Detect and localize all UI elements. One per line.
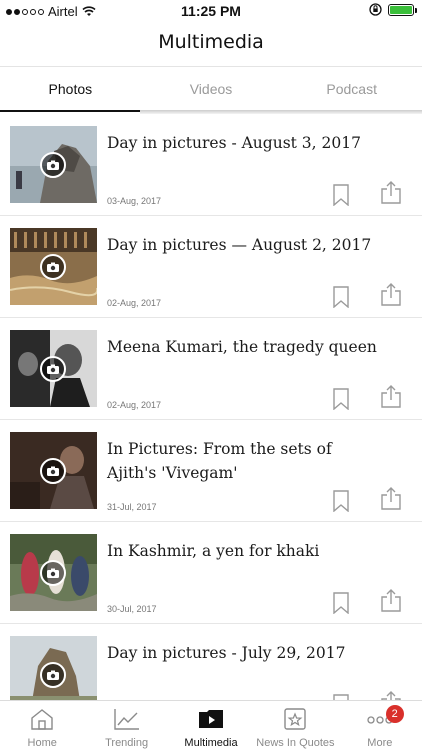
share-icon[interactable]: [380, 180, 402, 204]
list-item[interactable]: Meena Kumari, the tragedy queen 02-Aug, …: [0, 318, 422, 420]
bookmark-icon[interactable]: [332, 388, 350, 410]
item-date: 02-Aug, 2017: [107, 400, 162, 410]
tab-podcast[interactable]: Podcast: [281, 67, 422, 112]
status-time: 11:25 PM: [181, 3, 241, 19]
thumbnail-image[interactable]: [10, 432, 97, 509]
nav-more[interactable]: 2 More: [338, 701, 422, 750]
bottom-nav: Home Trending Multimedia News In Quotes …: [0, 700, 422, 750]
list-item[interactable]: In Kashmir, a yen for khaki 30-Jul, 2017: [0, 522, 422, 624]
tab-videos[interactable]: Videos: [141, 67, 282, 112]
thumbnail-image[interactable]: [10, 228, 97, 305]
item-date: 02-Aug, 2017: [107, 298, 162, 308]
nav-news-in-quotes[interactable]: News In Quotes: [253, 701, 337, 750]
page-title: Multimedia: [158, 31, 264, 53]
bookmark-icon[interactable]: [332, 592, 350, 614]
nav-label: More: [367, 737, 393, 749]
thumbnail-image[interactable]: [10, 330, 97, 407]
item-date: 31-Jul, 2017: [107, 502, 157, 512]
share-icon[interactable]: [380, 486, 402, 510]
status-bar: Airtel 11:25 PM: [0, 0, 422, 22]
nav-label: Multimedia: [184, 737, 238, 749]
item-title[interactable]: Meena Kumari, the tragedy queen: [107, 335, 382, 359]
nav-label: Home: [27, 737, 57, 749]
nav-label: Trending: [105, 737, 149, 749]
photo-feed[interactable]: Day in pictures - August 3, 2017 03-Aug,…: [0, 114, 422, 700]
thumbnail-image[interactable]: [10, 636, 97, 700]
battery-icon: [388, 3, 417, 16]
nav-home[interactable]: Home: [0, 701, 84, 750]
quotes-icon: [284, 708, 307, 730]
multimedia-icon: [199, 710, 224, 728]
camera-icon: [40, 356, 66, 382]
thumbnail-image[interactable]: [10, 534, 97, 611]
nav-trending[interactable]: Trending: [84, 701, 168, 750]
item-title[interactable]: In Pictures: From the sets of Ajith's 'V…: [107, 437, 382, 485]
item-title[interactable]: Day in pictures - July 29, 2017: [107, 641, 382, 665]
trending-icon: [113, 709, 139, 730]
camera-icon: [40, 152, 66, 178]
item-title[interactable]: In Kashmir, a yen for khaki: [107, 539, 382, 563]
camera-icon: [40, 662, 66, 688]
camera-icon: [40, 458, 66, 484]
notification-badge: 2: [385, 705, 404, 723]
tab-bar: Photos Videos Podcast: [0, 66, 422, 112]
share-icon[interactable]: [380, 690, 402, 700]
bookmark-icon[interactable]: [332, 184, 350, 206]
camera-icon: [40, 560, 66, 586]
list-item[interactable]: Day in pictures - July 29, 2017: [0, 624, 422, 700]
share-icon[interactable]: [380, 384, 402, 408]
item-title[interactable]: Day in pictures — August 2, 2017: [107, 233, 382, 257]
tab-photos[interactable]: Photos: [0, 67, 141, 112]
share-icon[interactable]: [380, 282, 402, 306]
camera-icon: [40, 254, 66, 280]
item-date: 03-Aug, 2017: [107, 196, 162, 206]
list-item[interactable]: Day in pictures - August 3, 2017 03-Aug,…: [0, 114, 422, 216]
nav-multimedia[interactable]: Multimedia: [169, 701, 253, 750]
list-item[interactable]: Day in pictures — August 2, 2017 02-Aug,…: [0, 216, 422, 318]
item-title[interactable]: Day in pictures - August 3, 2017: [107, 131, 382, 155]
thumbnail-image[interactable]: [10, 126, 97, 203]
home-icon: [31, 709, 53, 730]
item-date: 30-Jul, 2017: [107, 604, 157, 614]
bookmark-icon[interactable]: [332, 286, 350, 308]
rotation-lock-icon: [369, 3, 382, 16]
battery-level: [390, 5, 412, 14]
header: Multimedia: [0, 22, 422, 66]
bookmark-icon[interactable]: [332, 490, 350, 512]
nav-label: News In Quotes: [256, 737, 335, 749]
share-icon[interactable]: [380, 588, 402, 612]
status-indicators: [369, 3, 417, 16]
list-item[interactable]: In Pictures: From the sets of Ajith's 'V…: [0, 420, 422, 522]
